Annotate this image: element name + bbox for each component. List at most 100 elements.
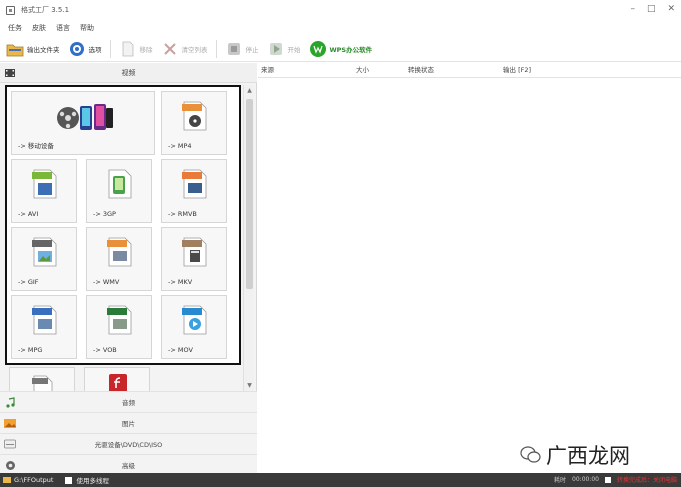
column-status[interactable]: 转换状态 [408, 63, 434, 77]
category-advanced[interactable]: 高级 [0, 454, 257, 475]
category-label: 光驱设备\DVD\CD\ISO [94, 441, 163, 449]
scroll-down-icon[interactable]: ▼ [246, 382, 253, 389]
category-label: 高级 [122, 462, 135, 470]
tile-label: -> MPG [18, 346, 43, 354]
wechat-icon [520, 446, 541, 463]
wps-icon [309, 40, 327, 58]
rmvb-file-icon [182, 168, 208, 202]
mkv-file-icon [182, 236, 208, 270]
conversion-panel: 视频 -> 移动设备 -> MP4 -> AVI -> 3GP -> RMVB … [0, 63, 257, 475]
tile-label: -> MP4 [168, 142, 192, 150]
avi-file-icon [32, 168, 58, 202]
window-title: 格式工厂 3.5.1 [21, 6, 70, 14]
toolbar-separator [215, 39, 217, 58]
tile-label: -> 移动设备 [18, 142, 54, 150]
column-source[interactable]: 来源 [261, 63, 274, 77]
watermark-text: 广西龙网 [546, 444, 630, 468]
mov-file-icon [182, 304, 208, 338]
status-right: 耗时 00:00:00 转换完成后：关闭电脑 [554, 475, 677, 484]
mp4-file-icon [182, 100, 208, 134]
window-controls: – □ ✕ [630, 4, 675, 14]
tile-mpg[interactable]: -> MPG [11, 295, 77, 359]
stop-button[interactable]: 停止 [225, 40, 259, 58]
column-output[interactable]: 输出 [F2] [503, 63, 531, 77]
menu-bar: 任务 皮肤 语言 帮助 [0, 20, 681, 36]
swf-file-icon [32, 374, 54, 391]
tile-swf[interactable] [9, 367, 75, 391]
3gp-file-icon [107, 168, 133, 202]
elapsed-time: 00:00:00 [572, 476, 599, 483]
tile-label: -> AVI [18, 210, 39, 218]
tile-gif[interactable]: -> GIF [11, 227, 77, 291]
category-optical-disc[interactable]: 光驱设备\DVD\CD\ISO [0, 433, 257, 454]
stop-icon [225, 40, 243, 58]
toolbar: 输出文件夹 选项 移除 清空列表 停止 开始 WPS办公软件 [0, 36, 681, 62]
tile-mov[interactable]: -> MOV [161, 295, 227, 359]
tile-label: -> MKV [168, 278, 193, 286]
tile-scrollbar[interactable]: ▲ ▼ [243, 85, 254, 391]
tile-label: -> WMV [93, 278, 120, 286]
title-bar: 格式工厂 3.5.1 – □ ✕ [0, 0, 681, 20]
tile-vob[interactable]: -> VOB [86, 295, 152, 359]
document-icon [119, 40, 137, 58]
video-format-grid: -> 移动设备 -> MP4 -> AVI -> 3GP -> RMVB -> … [5, 85, 241, 365]
mobile-device-icon [56, 98, 114, 138]
tile-mkv[interactable]: -> MKV [161, 227, 227, 291]
folder-small-icon [3, 477, 11, 483]
folder-icon [6, 40, 24, 58]
scroll-thumb[interactable] [246, 99, 253, 289]
tile-mobile-device[interactable]: -> 移动设备 [11, 91, 155, 155]
column-size[interactable]: 大小 [356, 63, 369, 77]
vob-file-icon [107, 304, 133, 338]
status-bar: G:\FFOutput 使用多线程 耗时 00:00:00 转换完成后：关闭电脑 [0, 473, 681, 487]
tile-label: -> MOV [168, 346, 193, 354]
maximize-button[interactable]: □ [647, 4, 656, 14]
gif-file-icon [32, 236, 58, 270]
site-watermark: 广西龙网 [520, 440, 630, 470]
next-tiles-row [5, 367, 241, 391]
category-label: 图片 [122, 420, 135, 428]
wmv-file-icon [107, 236, 133, 270]
category-label: 音频 [122, 399, 135, 407]
remove-button[interactable]: 移除 [119, 40, 153, 58]
mpg-file-icon [32, 304, 58, 338]
multithread-checkbox[interactable] [65, 476, 73, 484]
tile-label: -> RMVB [168, 210, 197, 218]
app-icon [6, 5, 15, 15]
tile-3gp[interactable]: -> 3GP [86, 159, 152, 223]
tile-mp4[interactable]: -> MP4 [161, 91, 227, 155]
category-picture[interactable]: 图片 [0, 412, 257, 433]
shutdown-checkbox[interactable] [604, 476, 611, 483]
tile-wmv[interactable]: -> WMV [86, 227, 152, 291]
start-icon [267, 40, 285, 58]
video-category-label: 视频 [121, 68, 136, 77]
tile-label: -> GIF [18, 278, 39, 286]
clear-list-button[interactable]: 清空列表 [161, 40, 208, 58]
output-folder-button[interactable]: 输出文件夹 [6, 40, 60, 58]
start-button[interactable]: 开始 [267, 40, 301, 58]
tile-label: -> VOB [93, 346, 117, 354]
close-button[interactable]: ✕ [667, 4, 675, 14]
wps-button[interactable]: WPS办公软件 [309, 40, 372, 58]
menu-language[interactable]: 语言 [56, 23, 70, 33]
toolbar-separator [109, 39, 111, 58]
tile-label: -> 3GP [93, 210, 116, 218]
clear-icon [161, 40, 179, 58]
category-audio[interactable]: 音频 [0, 391, 257, 412]
tile-rmvb[interactable]: -> RMVB [161, 159, 227, 223]
scroll-up-icon[interactable]: ▲ [246, 87, 253, 94]
options-icon [68, 40, 86, 58]
tile-flv[interactable] [84, 367, 150, 391]
tile-avi[interactable]: -> AVI [11, 159, 77, 223]
after-convert-option[interactable]: 转换完成后：关闭电脑 [617, 475, 677, 484]
menu-help[interactable]: 帮助 [80, 23, 94, 33]
output-path[interactable]: G:\FFOutput [14, 476, 53, 484]
task-list: 来源 大小 转换状态 输出 [F2] [258, 63, 681, 473]
flash-file-icon [107, 372, 129, 391]
options-button[interactable]: 选项 [68, 40, 102, 58]
header-divider [258, 77, 681, 78]
minimize-button[interactable]: – [630, 4, 635, 14]
menu-task[interactable]: 任务 [8, 23, 22, 33]
menu-skin[interactable]: 皮肤 [32, 23, 46, 33]
video-category-header[interactable]: 视频 [0, 63, 257, 83]
